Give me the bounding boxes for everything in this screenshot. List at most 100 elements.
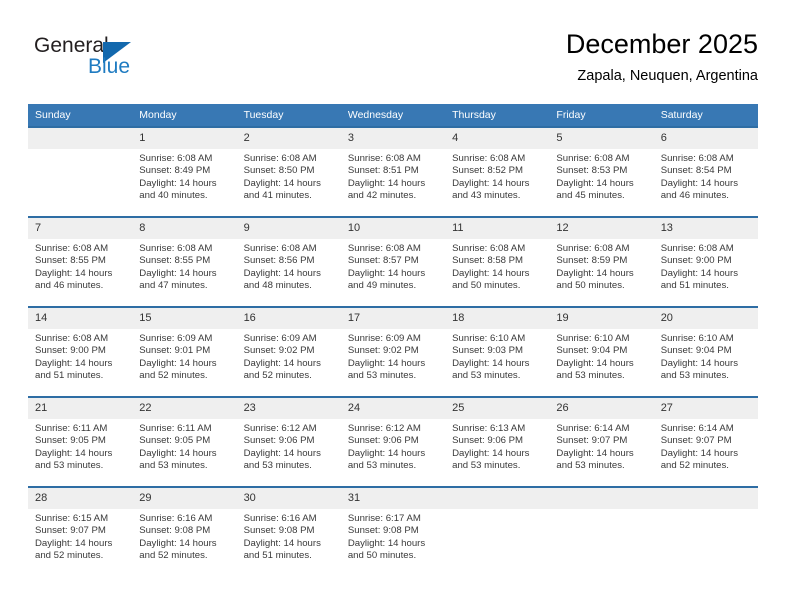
day-detail-daylight1: Daylight: 14 hours xyxy=(452,357,530,369)
day-detail-sunset: Sunset: 9:07 PM xyxy=(35,525,106,537)
day-details: Sunrise: 6:16 AM Sunset: 9:08 PM Daylight:… xyxy=(237,509,341,563)
day-detail-daylight2: and 47 minutes. xyxy=(139,280,208,292)
day-detail-daylight2: and 53 minutes. xyxy=(556,370,625,382)
day-detail-daylight1: Daylight: 14 hours xyxy=(139,267,217,279)
calendar-day-cell[interactable]: 30 Sunrise: 6:16 AM Sunset: 9:08 PM Dayligh… xyxy=(236,486,341,576)
calendar-day-cell[interactable]: 17 Sunrise: 6:09 AM Sunset: 9:02 PM Dayligh… xyxy=(340,306,446,397)
calendar-day-cell[interactable]: 14 Sunrise: 6:08 AM Sunset: 9:00 PM Dayligh… xyxy=(28,306,133,397)
calendar-day-cell[interactable]: 29 Sunrise: 6:16 AM Sunset: 9:08 PM Dayligh… xyxy=(132,486,237,576)
day-detail-sunset: Sunset: 8:52 PM xyxy=(452,165,524,177)
day-details: Sunrise: 6:09 AM Sunset: 9:01 PM Daylight:… xyxy=(132,329,236,383)
weekday-header-monday: Monday xyxy=(132,104,237,127)
day-detail-sunset: Sunset: 9:05 PM xyxy=(35,435,106,447)
day-detail-sunset: Sunset: 9:07 PM xyxy=(660,435,732,447)
day-detail-sunrise: Sunrise: 6:11 AM xyxy=(139,423,212,434)
day-detail-sunset: Sunset: 8:58 PM xyxy=(452,255,524,267)
calendar-day-cell[interactable]: 18 Sunrise: 6:10 AM Sunset: 9:03 PM Dayligh… xyxy=(445,306,550,397)
day-detail-sunrise: Sunrise: 6:10 AM xyxy=(452,333,526,344)
day-number: 10 xyxy=(340,218,446,239)
day-number: 25 xyxy=(445,398,550,419)
day-number xyxy=(549,488,654,509)
day-number: 2 xyxy=(236,128,341,149)
day-number: 22 xyxy=(132,398,237,419)
calendar-day-cell[interactable]: 4 Sunrise: 6:08 AM Sunset: 8:52 PM Daylight… xyxy=(445,126,550,217)
page-header: General Blue December 2025 Zapala, Neuqu… xyxy=(0,0,792,100)
calendar-day-cell[interactable]: 27 Sunrise: 6:14 AM Sunset: 9:07 PM Dayligh… xyxy=(653,396,758,487)
calendar-week-row: 7 Sunrise: 6:08 AM Sunset: 8:55 PM Daylight… xyxy=(28,216,758,307)
calendar-day-cell[interactable]: 23 Sunrise: 6:12 AM Sunset: 9:06 PM Dayligh… xyxy=(236,396,341,487)
day-details: Sunrise: 6:14 AM Sunset: 9:07 PM Daylight:… xyxy=(654,419,758,473)
calendar-day-cell[interactable]: 26 Sunrise: 6:14 AM Sunset: 9:07 PM Dayligh… xyxy=(549,396,654,487)
calendar-day-cell[interactable]: 25 Sunrise: 6:13 AM Sunset: 9:06 PM Dayligh… xyxy=(445,396,550,487)
day-detail-daylight1: Daylight: 14 hours xyxy=(556,267,634,279)
calendar-day-cell[interactable]: 11 Sunrise: 6:08 AM Sunset: 8:58 PM Dayligh… xyxy=(445,216,550,307)
day-detail-daylight1: Daylight: 14 hours xyxy=(139,357,217,369)
calendar-page: General Blue December 2025 Zapala, Neuqu… xyxy=(0,0,792,612)
day-detail-sunrise: Sunrise: 6:10 AM xyxy=(660,333,734,344)
day-details: Sunrise: 6:08 AM Sunset: 8:52 PM Daylight:… xyxy=(445,149,549,203)
day-details: Sunrise: 6:10 AM Sunset: 9:03 PM Daylight:… xyxy=(445,329,549,383)
day-detail-sunset: Sunset: 9:03 PM xyxy=(452,345,524,357)
calendar-day-cell[interactable]: 28 Sunrise: 6:15 AM Sunset: 9:07 PM Dayligh… xyxy=(28,486,133,576)
day-detail-daylight2: and 53 minutes. xyxy=(452,370,521,382)
day-detail-sunset: Sunset: 9:04 PM xyxy=(660,345,732,357)
day-details: Sunrise: 6:08 AM Sunset: 8:50 PM Daylight:… xyxy=(237,149,341,203)
calendar-day-cell[interactable]: 9 Sunrise: 6:08 AM Sunset: 8:56 PM Daylight… xyxy=(236,216,341,307)
calendar-day-cell[interactable]: 16 Sunrise: 6:09 AM Sunset: 9:02 PM Dayligh… xyxy=(236,306,341,397)
calendar-day-cell[interactable]: 3 Sunrise: 6:08 AM Sunset: 8:51 PM Daylight… xyxy=(340,126,446,217)
day-detail-sunrise: Sunrise: 6:08 AM xyxy=(139,153,213,164)
day-detail-daylight1: Daylight: 14 hours xyxy=(35,447,113,459)
day-details: Sunrise: 6:08 AM Sunset: 8:59 PM Daylight:… xyxy=(549,239,653,293)
day-detail-daylight2: and 53 minutes. xyxy=(347,460,417,472)
day-detail-daylight2: and 52 minutes. xyxy=(139,550,208,562)
day-detail-daylight2: and 53 minutes. xyxy=(347,370,417,382)
calendar-day-cell[interactable]: 31 Sunrise: 6:17 AM Sunset: 9:08 PM Dayligh… xyxy=(340,486,446,576)
calendar-day-cell[interactable]: 2 Sunrise: 6:08 AM Sunset: 8:50 PM Daylight… xyxy=(236,126,341,217)
day-number: 21 xyxy=(28,398,133,419)
calendar-day-cell[interactable]: 20 Sunrise: 6:10 AM Sunset: 9:04 PM Dayligh… xyxy=(653,306,758,397)
day-details: Sunrise: 6:08 AM Sunset: 8:51 PM Daylight:… xyxy=(341,149,445,203)
calendar-day-cell[interactable]: 7 Sunrise: 6:08 AM Sunset: 8:55 PM Daylight… xyxy=(28,216,133,307)
day-detail-sunrise: Sunrise: 6:08 AM xyxy=(35,333,109,344)
general-blue-logo: General Blue xyxy=(34,34,234,84)
day-number: 12 xyxy=(549,218,654,239)
day-detail-sunset: Sunset: 9:04 PM xyxy=(556,345,628,357)
calendar-day-cell[interactable]: 8 Sunrise: 6:08 AM Sunset: 8:55 PM Daylight… xyxy=(132,216,237,307)
calendar-day-cell[interactable]: 6 Sunrise: 6:08 AM Sunset: 8:54 PM Daylight… xyxy=(653,126,758,217)
calendar-day-cell[interactable]: 1 Sunrise: 6:08 AM Sunset: 8:49 PM Daylight… xyxy=(132,126,237,217)
day-detail-daylight2: and 53 minutes. xyxy=(556,460,625,472)
calendar-day-cell-empty xyxy=(445,486,550,576)
calendar-day-cell[interactable]: 19 Sunrise: 6:10 AM Sunset: 9:04 PM Dayligh… xyxy=(549,306,654,397)
day-detail-sunset: Sunset: 9:06 PM xyxy=(243,435,315,447)
day-number: 26 xyxy=(549,398,654,419)
day-detail-sunset: Sunset: 8:57 PM xyxy=(347,255,419,267)
day-details: Sunrise: 6:12 AM Sunset: 9:06 PM Daylight:… xyxy=(237,419,341,473)
weekday-header-sunday: Sunday xyxy=(28,104,133,127)
calendar-day-cell[interactable]: 24 Sunrise: 6:12 AM Sunset: 9:06 PM Dayligh… xyxy=(340,396,446,487)
calendar-day-cell[interactable]: 5 Sunrise: 6:08 AM Sunset: 8:53 PM Daylight… xyxy=(549,126,654,217)
calendar-body: 1 Sunrise: 6:08 AM Sunset: 8:49 PM Daylight… xyxy=(28,126,758,576)
day-detail-sunrise: Sunrise: 6:08 AM xyxy=(243,153,317,164)
calendar-day-cell[interactable]: 15 Sunrise: 6:09 AM Sunset: 9:01 PM Dayligh… xyxy=(132,306,237,397)
day-detail-daylight1: Daylight: 14 hours xyxy=(452,177,530,189)
day-detail-daylight1: Daylight: 14 hours xyxy=(243,267,321,279)
day-detail-sunrise: Sunrise: 6:08 AM xyxy=(243,243,317,254)
day-number: 11 xyxy=(445,218,550,239)
day-detail-daylight2: and 51 minutes. xyxy=(660,280,729,292)
day-detail-sunrise: Sunrise: 6:14 AM xyxy=(556,423,630,434)
day-detail-sunrise: Sunrise: 6:08 AM xyxy=(347,153,421,164)
weekday-header-friday: Friday xyxy=(549,104,654,127)
day-number: 16 xyxy=(236,308,341,329)
calendar-day-cell[interactable]: 21 Sunrise: 6:11 AM Sunset: 9:05 PM Dayligh… xyxy=(28,396,133,487)
calendar-day-cell-empty xyxy=(549,486,654,576)
day-detail-sunrise: Sunrise: 6:08 AM xyxy=(139,243,213,254)
calendar-day-cell[interactable]: 10 Sunrise: 6:08 AM Sunset: 8:57 PM Dayligh… xyxy=(340,216,446,307)
day-detail-sunset: Sunset: 8:49 PM xyxy=(139,165,211,177)
day-number: 6 xyxy=(653,128,758,149)
calendar-day-cell[interactable]: 13 Sunrise: 6:08 AM Sunset: 9:00 PM Dayligh… xyxy=(653,216,758,307)
title-block: December 2025 Zapala, Neuquen, Argentina xyxy=(566,28,758,86)
calendar-day-cell[interactable]: 12 Sunrise: 6:08 AM Sunset: 8:59 PM Dayligh… xyxy=(549,216,654,307)
day-detail-sunset: Sunset: 9:08 PM xyxy=(243,525,315,537)
calendar-day-cell[interactable]: 22 Sunrise: 6:11 AM Sunset: 9:05 PM Dayligh… xyxy=(132,396,237,487)
day-detail-sunset: Sunset: 8:55 PM xyxy=(35,255,106,267)
